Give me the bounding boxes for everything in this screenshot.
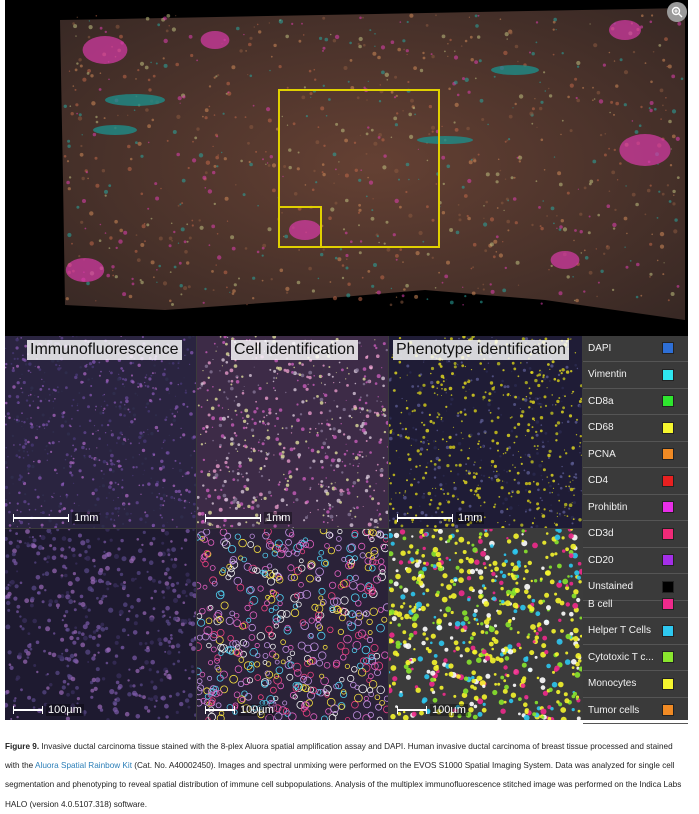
legend-separator bbox=[583, 440, 688, 442]
panel-title-immunofluorescence: Immunofluorescence bbox=[27, 340, 182, 360]
panel-cell-identification-low: Cell identification 1mm bbox=[197, 336, 388, 528]
panel-title-phenotype-identification: Phenotype identification bbox=[393, 340, 569, 360]
scale-label: 1mm bbox=[456, 512, 485, 524]
scale-bar: 1mm bbox=[205, 512, 293, 524]
tissue-overview-svg bbox=[5, 0, 688, 336]
scale-label: 100µm bbox=[238, 704, 276, 716]
legend-separator bbox=[583, 617, 688, 618]
legend-label: CD4 bbox=[588, 475, 609, 486]
legend-item-cytotoxic-t-c: Cytotoxic T c... bbox=[583, 647, 688, 667]
legend-separator bbox=[583, 573, 688, 574]
legend-swatch bbox=[662, 554, 674, 566]
panel-image bbox=[389, 336, 582, 528]
legend-label: Tumor cells bbox=[588, 704, 640, 716]
legend-separator bbox=[583, 414, 688, 415]
legend-label: Vimentin bbox=[588, 369, 627, 380]
panel-image bbox=[5, 336, 196, 528]
tissue-overview-image bbox=[5, 0, 688, 336]
legend-item-vimentin: Vimentin bbox=[583, 365, 688, 385]
legend-label: CD8a bbox=[588, 395, 614, 407]
legend-swatch bbox=[662, 395, 674, 407]
legend-item-tumor-cells: Tumor cells bbox=[583, 700, 688, 720]
panel-image bbox=[5, 529, 196, 720]
scale-label: 100µm bbox=[46, 704, 84, 716]
legend-label: CD68 bbox=[588, 422, 614, 433]
legend-item-pcna: PCNA bbox=[583, 444, 688, 464]
panel-image bbox=[389, 529, 582, 720]
legend-swatch bbox=[662, 580, 674, 593]
legend-label: B cell bbox=[588, 598, 613, 610]
legend-swatch bbox=[662, 677, 674, 690]
legend-item-monocytes: Monocytes bbox=[583, 674, 688, 694]
legend-label: Monocytes bbox=[588, 678, 637, 689]
legend-separator bbox=[583, 467, 688, 468]
legend-label: Helper T Cells bbox=[588, 625, 651, 636]
scale-bar: 100µm bbox=[397, 704, 468, 716]
legend-swatch bbox=[662, 448, 674, 460]
legend-swatch bbox=[662, 421, 674, 434]
legend-swatch bbox=[662, 527, 674, 540]
legend-swatch bbox=[662, 651, 674, 663]
legend-item-b-cell: B cell bbox=[583, 594, 688, 614]
scale-bar: 1mm bbox=[13, 512, 101, 524]
legend-swatch bbox=[662, 501, 674, 513]
legend-separator bbox=[583, 520, 688, 521]
scale-bar: 100µm bbox=[13, 704, 84, 716]
figure-caption: Figure 9. Invasive ductal carcinoma tiss… bbox=[5, 737, 688, 814]
legend-item-cd3d: CD3d bbox=[583, 524, 688, 544]
legend-label: CD3d bbox=[588, 528, 614, 539]
scale-label: 1mm bbox=[264, 512, 293, 524]
legend-label: Unstained bbox=[588, 581, 634, 592]
legend-item-prohibtin: Prohibtin bbox=[583, 497, 688, 517]
legend-label: CD20 bbox=[588, 554, 614, 566]
panel-phenotype-identification-low: Phenotype identification 1mm bbox=[389, 336, 582, 528]
panel-immunofluorescence-high: 100µm bbox=[5, 529, 196, 720]
legend-label: DAPI bbox=[588, 342, 612, 354]
legend-item-cd68: CD68 bbox=[583, 418, 688, 438]
legend-item-cd20: CD20 bbox=[583, 550, 688, 570]
legend-swatch bbox=[662, 474, 674, 487]
legend-swatch bbox=[662, 624, 674, 637]
figure-label: Figure 9. bbox=[5, 742, 40, 751]
legend-separator bbox=[583, 696, 688, 698]
marker-legend: DAPI Vimentin CD8a CD68 PCNA CD4 Prohibtin CD3d… bbox=[583, 336, 688, 724]
scale-bar: 100µm bbox=[205, 704, 276, 716]
legend-label: Cytotoxic T c... bbox=[588, 651, 654, 663]
legend-item-dapi: DAPI bbox=[583, 338, 688, 358]
panel-image bbox=[197, 336, 388, 528]
scale-label: 100µm bbox=[430, 704, 468, 716]
legend-separator bbox=[583, 670, 688, 671]
panel-grid: Immunofluorescence 1mm Cell identificati… bbox=[5, 336, 688, 724]
legend-item-cd4: CD4 bbox=[583, 471, 688, 491]
legend-item-cd8a: CD8a bbox=[583, 391, 688, 411]
legend-separator bbox=[583, 723, 688, 724]
legend-separator bbox=[583, 493, 688, 495]
panel-image bbox=[197, 529, 388, 720]
legend-swatch bbox=[662, 342, 674, 354]
legend-label: Prohibtin bbox=[588, 501, 628, 513]
scale-label: 1mm bbox=[72, 512, 101, 524]
panel-title-cell-identification: Cell identification bbox=[231, 340, 358, 360]
legend-separator bbox=[583, 361, 688, 362]
scale-bar: 1mm bbox=[397, 512, 485, 524]
legend-swatch bbox=[662, 598, 674, 610]
legend-separator bbox=[583, 546, 688, 548]
panel-cell-identification-high: 100µm bbox=[197, 529, 388, 720]
magnify-plus-icon[interactable] bbox=[667, 2, 687, 22]
aluora-kit-link[interactable]: Aluora Spatial Rainbow Kit bbox=[35, 761, 132, 770]
legend-separator bbox=[583, 643, 688, 645]
legend-separator bbox=[583, 387, 688, 389]
panel-phenotype-identification-high: 100µm bbox=[389, 529, 582, 720]
legend-label: PCNA bbox=[588, 448, 616, 460]
legend-swatch bbox=[662, 704, 674, 716]
panel-immunofluorescence-low: Immunofluorescence 1mm bbox=[5, 336, 196, 528]
legend-swatch bbox=[662, 368, 674, 381]
legend-item-helper-t-cells: Helper T Cells bbox=[583, 621, 688, 641]
